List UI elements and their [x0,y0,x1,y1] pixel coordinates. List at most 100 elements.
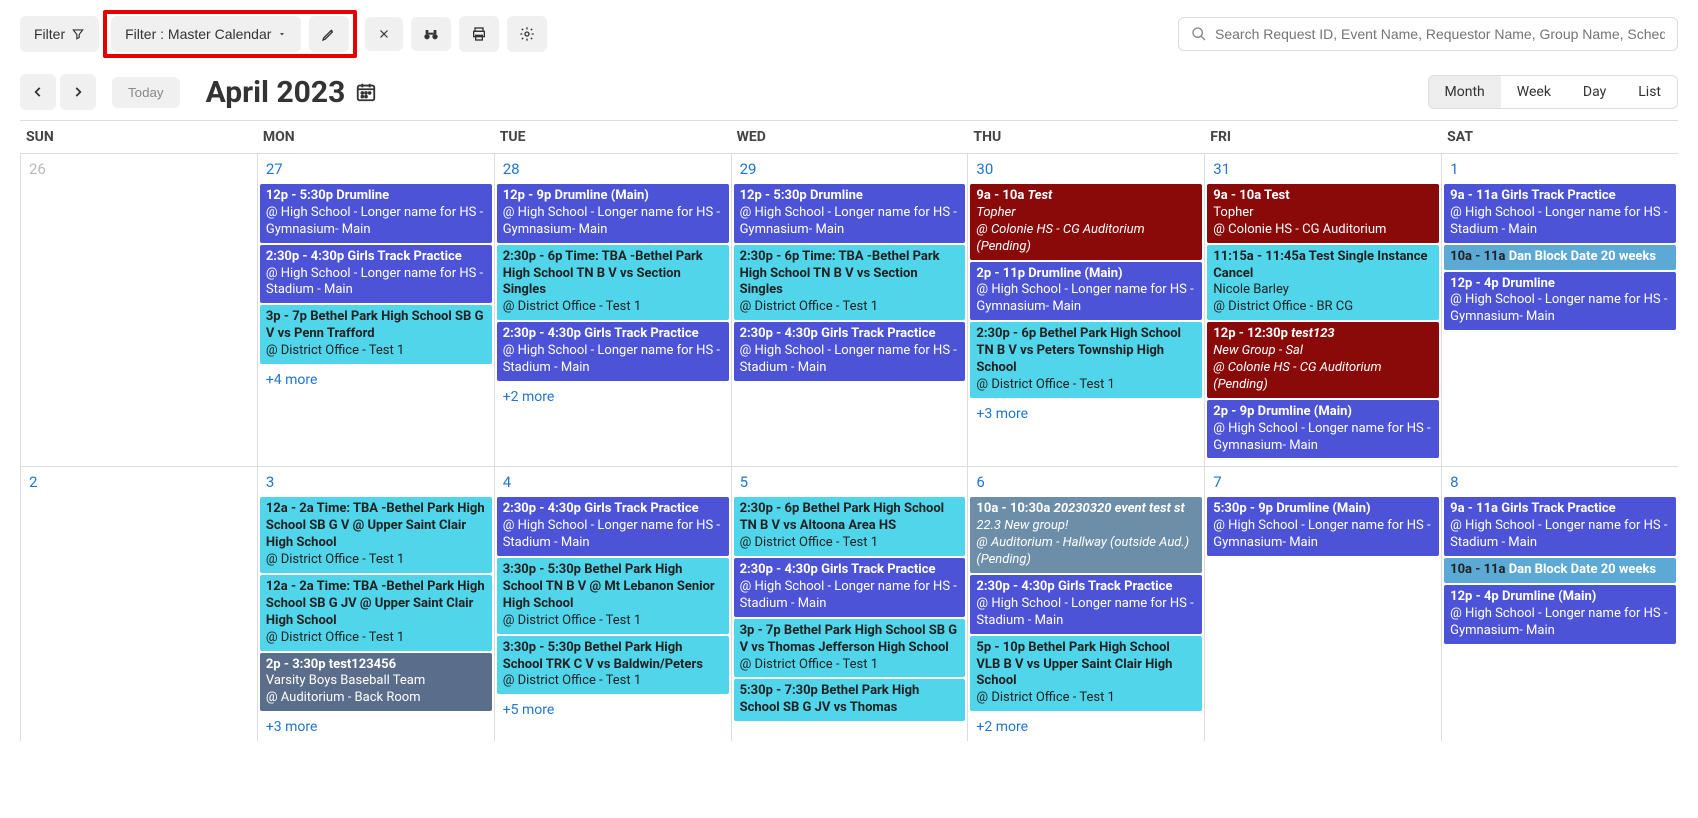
calendar-event[interactable]: 2:30p - 4:30p Girls Track Practice@ High… [734,558,966,617]
calendar-cell[interactable]: 42:30p - 4:30p Girls Track Practice@ Hig… [494,466,731,741]
calendar-event[interactable]: 3p - 7p Bethel Park High School SB G V v… [260,305,492,364]
calendar-cell[interactable]: 2812p - 9p Drumline (Main)@ High School … [494,153,731,466]
calendar-event[interactable]: 12a - 2a Time: TBA -Bethel Park High Sch… [260,575,492,651]
day-number[interactable]: 31 [1207,156,1439,184]
next-button[interactable] [60,74,96,110]
more-link[interactable]: +3 more [260,713,492,735]
more-link[interactable]: +2 more [970,713,1202,735]
search-input[interactable] [1215,26,1665,42]
event-title: 2:30p - 4:30p Girls Track Practice [740,326,960,343]
view-day[interactable]: Day [1567,76,1622,108]
calendar-event[interactable]: 2:30p - 4:30p Girls Track Practice@ High… [734,322,966,381]
calendar-event[interactable]: 12a - 2a Time: TBA -Bethel Park High Sch… [260,497,492,573]
day-number[interactable]: 1 [1444,156,1676,184]
print-icon [471,26,487,42]
more-link[interactable]: +2 more [497,383,729,405]
calendar-event[interactable]: 9a - 11a Girls Track Practice@ High Scho… [1444,497,1676,556]
calendar-event[interactable]: 12p - 12:30p test123New Group - Sal@ Col… [1207,322,1439,398]
day-number[interactable]: 30 [970,156,1202,184]
view-week[interactable]: Week [1501,76,1567,108]
view-list[interactable]: List [1622,76,1677,108]
calendar-event[interactable]: 2:30p - 4:30p Girls Track Practice@ High… [260,245,492,304]
calendar-cell[interactable]: 2912p - 5:30p Drumline@ High School - Lo… [731,153,968,466]
calendar-event[interactable]: 5:30p - 9p Drumline (Main)@ High School … [1207,497,1439,556]
day-number[interactable]: 27 [260,156,492,184]
calendar-cell[interactable]: 2712p - 5:30p Drumline@ High School - Lo… [257,153,494,466]
calendar-event[interactable]: 2:30p - 6p Bethel Park High School TN B … [734,497,966,556]
day-number[interactable]: 7 [1207,469,1439,497]
calendar-cell[interactable]: 89a - 11a Girls Track Practice@ High Sch… [1441,466,1678,741]
filter-button[interactable]: Filter [20,16,99,52]
day-number[interactable]: 4 [497,469,729,497]
calendar-event[interactable]: 12p - 4p Drumline (Main)@ High School - … [1444,585,1676,644]
pencil-icon [321,26,337,42]
event-detail: @ District Office - Test 1 [976,377,1196,394]
calendar-cell[interactable]: 312a - 2a Time: TBA -Bethel Park High Sc… [257,466,494,741]
more-link[interactable]: +3 more [970,400,1202,422]
binoculars-icon [423,27,439,41]
event-title: 9a - 11a Girls Track Practice [1450,501,1670,518]
calendar-cell[interactable]: 610a - 10:30a 20230320 event test st22.3… [967,466,1204,741]
calendar-event[interactable]: 11:15a - 11:45a Test Single Instance Can… [1207,245,1439,321]
day-number[interactable]: 29 [734,156,966,184]
calendar-event[interactable]: 9a - 10a TestTopher@ Colonie HS - CG Aud… [1207,184,1439,243]
calendar-event[interactable]: 12p - 4p Drumline@ High School - Longer … [1444,272,1676,331]
event-detail: @ High School - Longer name for HS - Sta… [503,343,723,377]
clear-filter-button[interactable] [365,17,403,51]
more-link[interactable]: +5 more [497,696,729,718]
calendar-event[interactable]: 10a - 11a Dan Block Date 20 weeks [1444,245,1676,270]
calendar-cell[interactable]: 52:30p - 6p Bethel Park High School TN B… [731,466,968,741]
calendar-event[interactable]: 2p - 9p Drumline (Main)@ High School - L… [1207,400,1439,459]
view-month[interactable]: Month [1429,76,1501,108]
calendar-event[interactable]: 5:30p - 7:30p Bethel Park High School SB… [734,679,966,721]
day-number[interactable]: 28 [497,156,729,184]
prev-button[interactable] [20,74,56,110]
event-detail: @ High School - Longer name for HS - Gym… [1450,606,1670,640]
calendar-event[interactable]: 2:30p - 6p Time: TBA -Bethel Park High S… [734,245,966,321]
more-link[interactable]: +4 more [260,366,492,388]
calendar-event[interactable]: 2p - 3:30p test123456Varsity Boys Baseba… [260,653,492,712]
event-title: 2:30p - 4:30p Girls Track Practice [266,249,486,266]
find-button[interactable] [411,17,451,51]
calendar-icon[interactable] [355,81,377,103]
calendar-event[interactable]: 12p - 5:30p Drumline@ High School - Long… [260,184,492,243]
day-number[interactable]: 6 [970,469,1202,497]
settings-button[interactable] [507,16,547,52]
calendar-cell[interactable]: 75:30p - 9p Drumline (Main)@ High School… [1204,466,1441,741]
day-number[interactable]: 8 [1444,469,1676,497]
day-number[interactable]: 2 [23,469,255,497]
filter-master-button[interactable]: Filter : Master Calendar [111,16,301,52]
event-title: 12a - 2a Time: TBA -Bethel Park High Sch… [266,579,486,630]
search-box[interactable] [1178,17,1678,51]
event-title: 2:30p - 4:30p Girls Track Practice [503,501,723,518]
day-number[interactable]: 5 [734,469,966,497]
calendar-event[interactable]: 3:30p - 5:30p Bethel Park High School TN… [497,558,729,634]
calendar-cell[interactable]: 26 [20,153,257,466]
day-number[interactable]: 3 [260,469,492,497]
calendar-event[interactable]: 2:30p - 6p Time: TBA -Bethel Park High S… [497,245,729,321]
toolbar: Filter Filter : Master Calendar [0,0,1698,68]
today-button[interactable]: Today [112,77,180,108]
calendar-event[interactable]: 12p - 5:30p Drumline@ High School - Long… [734,184,966,243]
calendar-event[interactable]: 2:30p - 4:30p Girls Track Practice@ High… [497,497,729,556]
calendar-event[interactable]: 3:30p - 5:30p Bethel Park High School TR… [497,636,729,695]
calendar-event[interactable]: 12p - 9p Drumline (Main)@ High School - … [497,184,729,243]
edit-filter-button[interactable] [309,16,349,52]
event-detail: @ High School - Longer name for HS - Sta… [1450,205,1670,239]
calendar-cell[interactable]: 2 [20,466,257,741]
day-number[interactable]: 26 [23,156,255,184]
calendar-event[interactable]: 5p - 10p Bethel Park High School VLB B V… [970,636,1202,712]
print-button[interactable] [459,16,499,52]
calendar-cell[interactable]: 309a - 10a TestTopher@ Colonie HS - CG A… [967,153,1204,466]
calendar-event[interactable]: 2:30p - 4:30p Girls Track Practice@ High… [497,322,729,381]
calendar-event[interactable]: 10a - 11a Dan Block Date 20 weeks [1444,558,1676,583]
calendar-event[interactable]: 2p - 11p Drumline (Main)@ High School - … [970,262,1202,321]
calendar-event[interactable]: 3p - 7p Bethel Park High School SB G V v… [734,619,966,678]
calendar-event[interactable]: 10a - 10:30a 20230320 event test st22.3 … [970,497,1202,573]
calendar-event[interactable]: 9a - 10a TestTopher@ Colonie HS - CG Aud… [970,184,1202,260]
calendar-event[interactable]: 2:30p - 6p Bethel Park High School TN B … [970,322,1202,398]
calendar-event[interactable]: 9a - 11a Girls Track Practice@ High Scho… [1444,184,1676,243]
calendar-cell[interactable]: 319a - 10a TestTopher@ Colonie HS - CG A… [1204,153,1441,466]
calendar-event[interactable]: 2:30p - 4:30p Girls Track Practice@ High… [970,575,1202,634]
calendar-cell[interactable]: 19a - 11a Girls Track Practice@ High Sch… [1441,153,1678,466]
